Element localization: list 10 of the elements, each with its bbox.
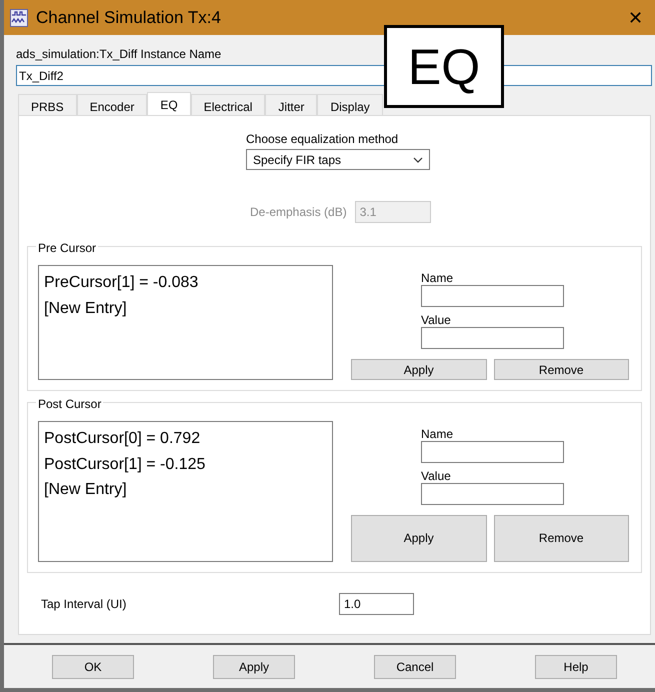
field-label: ads_simulation:Tx_Diff Instance Name: [16, 46, 222, 63]
annotation-overlay: EQ: [384, 25, 504, 108]
field-label: Tap Interval (UI): [41, 596, 128, 612]
field-label: Name: [421, 271, 454, 285]
window-title: Channel Simulation Tx:4: [36, 6, 222, 29]
field-label: Value: [421, 469, 452, 483]
field-label: De-emphasis (dB): [250, 204, 347, 221]
field-label: Value: [421, 313, 452, 327]
field-label: Choose equalization method: [246, 131, 400, 148]
field-label: Name: [421, 427, 454, 441]
